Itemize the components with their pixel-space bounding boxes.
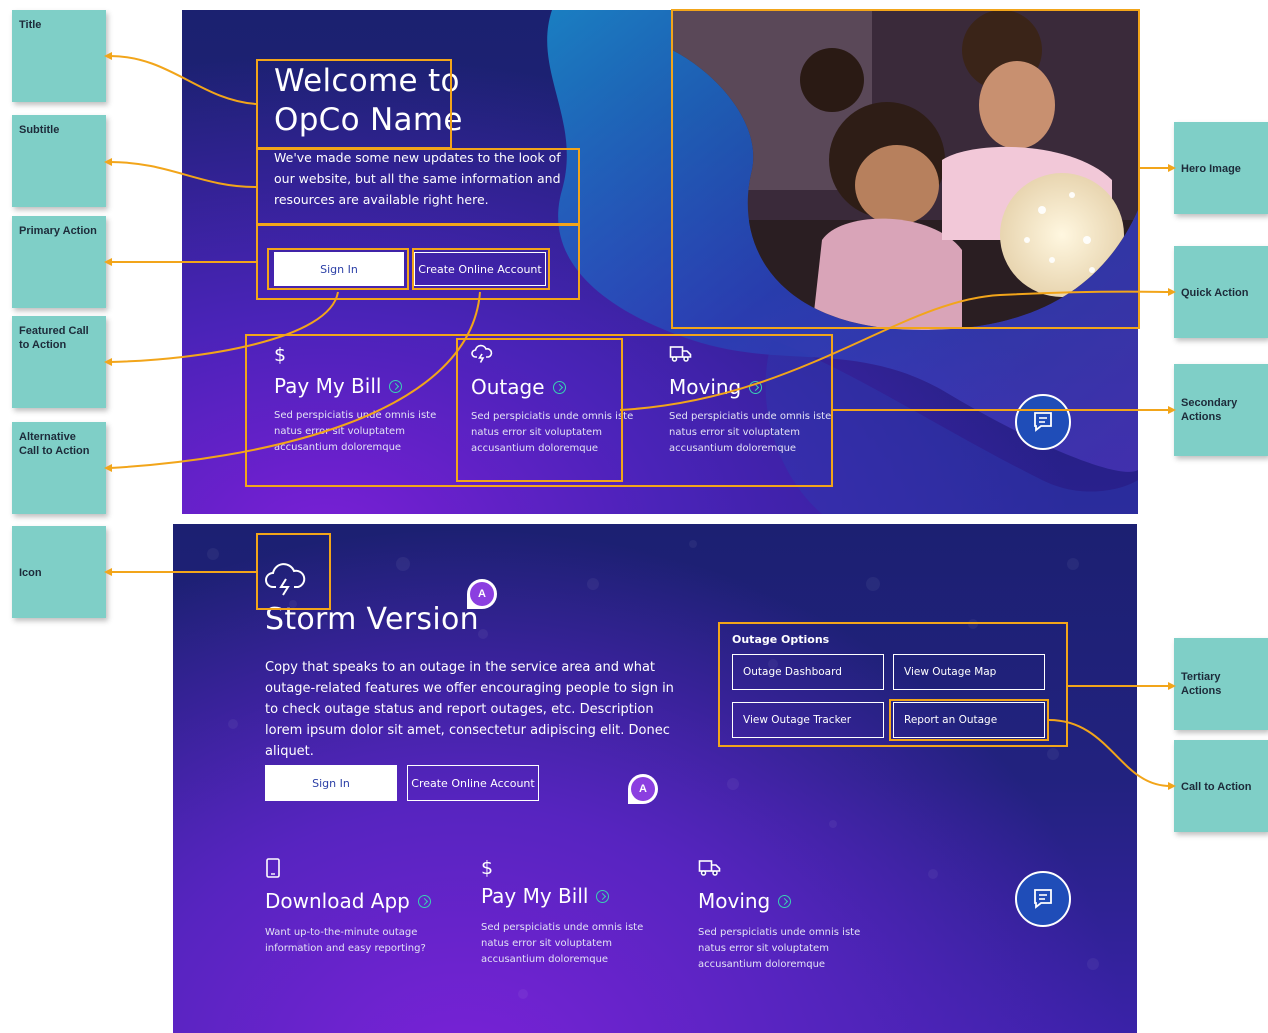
annotation-connectors [104,52,1176,790]
